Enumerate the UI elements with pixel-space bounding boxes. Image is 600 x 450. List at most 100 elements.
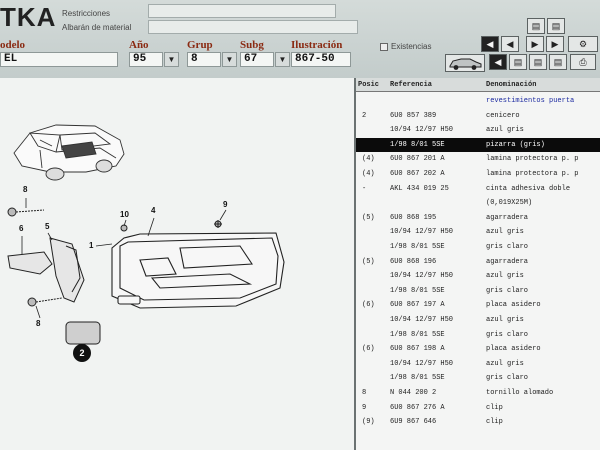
- anio-dropdown-button[interactable]: ▼: [164, 52, 179, 67]
- table-row[interactable]: revestimientos puerta: [356, 94, 600, 109]
- cell-ref: 10/94 12/97 H50: [390, 126, 454, 135]
- tool-button-4[interactable]: ▤: [509, 54, 527, 70]
- table-row[interactable]: (5) 6U0 868 196 agarradera: [356, 255, 600, 270]
- cell-den: azul gris: [486, 272, 524, 281]
- callout-label: 5: [45, 222, 50, 231]
- cell-den: agarradera: [486, 213, 529, 222]
- gear-icon: ⚙: [578, 38, 588, 49]
- cell-den: lamina protectora p. p: [486, 170, 579, 178]
- nav-next-icon: ▶: [531, 38, 539, 49]
- cell-den: azul gris: [486, 359, 524, 368]
- nav-prev-button-2[interactable]: ◀: [489, 54, 507, 70]
- cell-den: gris claro: [486, 330, 529, 339]
- nav-first-icon: ◀: [486, 38, 494, 49]
- table-row[interactable]: 1/98 8/01 5SE pizarra (gris): [356, 137, 600, 153]
- column-header-den: Denominación: [486, 81, 537, 89]
- cell-den: revestimientos puerta: [486, 97, 575, 105]
- subg-dropdown-button[interactable]: ▼: [275, 52, 290, 67]
- chevron-down-icon: ▼: [167, 55, 176, 64]
- table-row[interactable]: (6) 6U0 867 197 A placa asidero: [356, 298, 600, 313]
- table-row[interactable]: 10/94 12/97 H50 azul gris: [356, 357, 600, 372]
- cell-pos: 9: [362, 403, 367, 412]
- subg-field[interactable]: 67: [240, 52, 274, 67]
- cell-pos: -: [362, 184, 367, 193]
- chevron-down-icon: ▼: [278, 55, 287, 64]
- cell-den: azul gris: [486, 316, 524, 324]
- table-row[interactable]: 1/98 8/01 5SE gris claro: [356, 240, 600, 255]
- cell-pos: 8: [362, 389, 367, 397]
- table-row[interactable]: 9 6U0 867 276 A clip: [356, 401, 600, 416]
- cell-ref: 6U0 868 196: [390, 257, 437, 266]
- table-row[interactable]: 1/98 8/01 5SE gris claro: [356, 328, 600, 343]
- toolbar-button-2[interactable]: ▤: [547, 18, 565, 34]
- print-button[interactable]: ⎙: [570, 54, 596, 70]
- table-row[interactable]: 1/98 8/01 5SE gris claro: [356, 371, 600, 386]
- nav-prev-icon: ◀: [494, 56, 502, 67]
- table-row[interactable]: 8 N 044 200 2 tornillo alomado: [356, 386, 600, 401]
- nav-last-button[interactable]: ▶: [546, 36, 564, 52]
- cell-pos: (9): [362, 418, 375, 427]
- callout-label: 10: [120, 210, 129, 219]
- cell-den: (0,019X25M): [486, 199, 533, 208]
- cell-den: gris claro: [486, 286, 529, 295]
- cell-ref: 6U0 868 195: [390, 213, 437, 222]
- cell-den: azul gris: [486, 228, 524, 237]
- table-row[interactable]: (4) 6U0 867 201 A lamina protectora p. p: [356, 152, 600, 167]
- grup-field[interactable]: 8: [187, 52, 221, 67]
- table-row[interactable]: (4) 6U0 867 202 A lamina protectora p. p: [356, 167, 600, 182]
- existencias-checkbox[interactable]: [380, 43, 388, 51]
- page-icon: ▤: [513, 56, 523, 67]
- table-row[interactable]: 1/98 8/01 5SE gris claro: [356, 284, 600, 299]
- cell-den: placa asidero: [486, 301, 541, 310]
- cell-ref: 1/98 8/01 5SE: [390, 330, 445, 339]
- modelo-field[interactable]: EL: [0, 52, 118, 67]
- cell-ref: N 044 200 2: [390, 389, 437, 397]
- nav-first-button[interactable]: ◀: [481, 36, 499, 52]
- restricciones-field[interactable]: [148, 4, 336, 18]
- toolbar-button-1[interactable]: ▤: [527, 18, 545, 34]
- grup-dropdown-button[interactable]: ▼: [222, 52, 237, 67]
- anio-label: Año: [129, 39, 149, 51]
- table-row[interactable]: 10/94 12/97 H50 azul gris: [356, 269, 600, 284]
- tool-button-6[interactable]: ▤: [549, 54, 567, 70]
- table-row[interactable]: 2 6U0 857 389 cenicero: [356, 109, 600, 124]
- albaran-field[interactable]: [148, 20, 358, 34]
- nav-next-button[interactable]: ▶: [526, 36, 544, 52]
- cell-ref: 6U0 867 198 A: [390, 345, 445, 354]
- cell-ref: 6U0 867 201 A: [390, 155, 445, 164]
- door-panel-drawing: [111, 232, 285, 309]
- nav-last-icon: ▶: [551, 38, 559, 49]
- table-row[interactable]: (6) 6U0 867 198 A placa asidero: [356, 342, 600, 357]
- tool-button-3[interactable]: ⚙: [568, 36, 598, 52]
- page-icon: ▤: [531, 20, 541, 31]
- cell-den: cenicero: [486, 111, 520, 120]
- table-row[interactable]: (9) 6U9 867 646 clip: [356, 415, 600, 430]
- albaran-label: Albarán de material: [62, 23, 132, 32]
- table-row[interactable]: 10/94 12/97 H50 azul gris: [356, 313, 600, 328]
- car-overview-sketch: [13, 124, 125, 181]
- column-header-ref: Referencia: [390, 81, 433, 89]
- cell-pos: 2: [362, 111, 367, 120]
- ilustracion-field[interactable]: 867-50: [291, 52, 351, 67]
- cell-ref: 1/98 8/01 5SE: [390, 374, 445, 383]
- cell-pos: (5): [362, 213, 375, 222]
- table-row[interactable]: - AKL 434 019 25 cinta adhesiva doble: [356, 182, 600, 197]
- callout-label: 8: [23, 185, 28, 194]
- table-row[interactable]: (0,019X25M): [356, 196, 600, 211]
- table-row[interactable]: 10/94 12/97 H50 azul gris: [356, 123, 600, 138]
- cell-den: placa asidero: [486, 345, 541, 354]
- table-row[interactable]: 10/94 12/97 H50 azul gris: [356, 225, 600, 240]
- cell-ref: 10/94 12/97 H50: [390, 272, 454, 281]
- exploded-view-illustration: [7, 124, 285, 348]
- chevron-down-icon: ▼: [225, 55, 234, 64]
- tool-button-5[interactable]: ▤: [529, 54, 547, 70]
- nav-prev-button[interactable]: ◀: [501, 36, 519, 52]
- table-row[interactable]: (5) 6U0 868 195 agarradera: [356, 211, 600, 226]
- cell-ref: 1/98 8/01 5SE: [390, 286, 445, 295]
- vehicle-button[interactable]: [445, 54, 485, 72]
- cell-ref: AKL 434 019 25: [390, 184, 449, 193]
- cell-den: tornillo alomado: [486, 389, 554, 397]
- callout-label: 4: [151, 206, 156, 215]
- cell-pos: (6): [362, 345, 375, 354]
- anio-field[interactable]: 95: [129, 52, 163, 67]
